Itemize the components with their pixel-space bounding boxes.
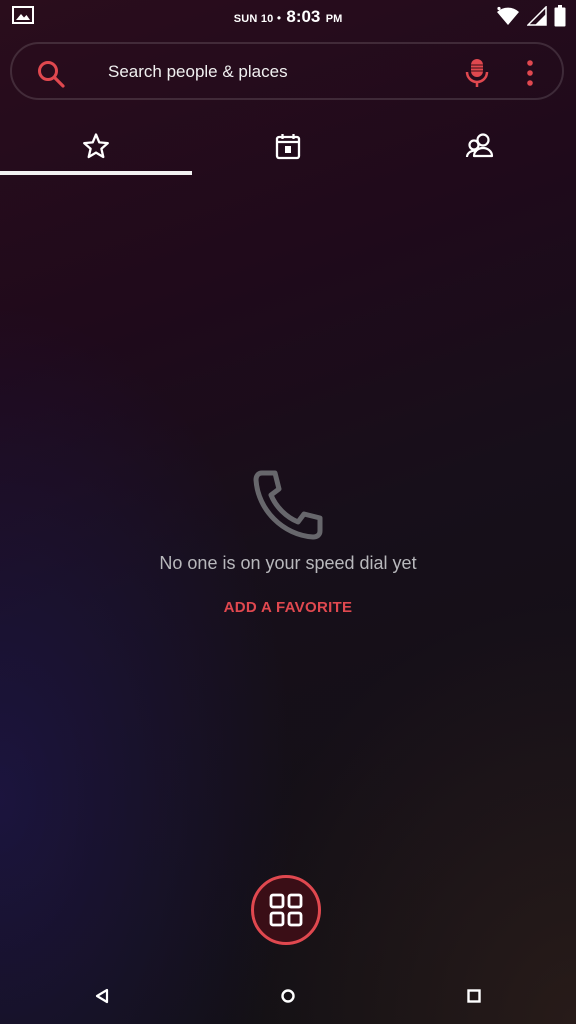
battery-icon (554, 5, 566, 27)
search-icon[interactable] (36, 59, 66, 89)
search-bar[interactable] (10, 42, 564, 100)
wifi-icon (497, 6, 519, 25)
navigation-bar (0, 968, 576, 1024)
tab-bar (0, 118, 576, 176)
home-icon (281, 989, 295, 1003)
tab-contacts[interactable] (384, 118, 576, 174)
status-ampm: PM (325, 13, 343, 25)
back-button[interactable] (82, 982, 122, 1010)
status-time: 8:03 (286, 7, 321, 26)
recents-button[interactable] (454, 982, 494, 1010)
status-clock: SUN 10 • 8:03 PM (0, 7, 576, 27)
tab-recents[interactable] (192, 118, 384, 174)
add-favorite-button[interactable]: ADD A FAVORITE (188, 594, 388, 622)
mic-icon[interactable] (464, 58, 490, 88)
star-icon (83, 133, 109, 159)
back-icon (95, 988, 109, 1004)
dialpad-fab-button[interactable] (251, 875, 321, 945)
tab-favorites[interactable] (0, 118, 192, 174)
dialpad-grid-icon (269, 893, 303, 927)
more-vert-icon[interactable] (522, 58, 538, 88)
signal-icon (527, 6, 547, 26)
phone-icon (253, 470, 323, 540)
recents-icon (467, 989, 481, 1003)
home-button[interactable] (268, 982, 308, 1010)
search-input[interactable] (108, 54, 428, 90)
status-date: SUN 10 (233, 13, 274, 25)
tab-indicator (0, 171, 192, 175)
status-separator: • (276, 11, 282, 25)
people-icon (465, 133, 494, 158)
empty-state-message: No one is on your speed dial yet (159, 553, 417, 573)
status-bar: SUN 10 • 8:03 PM (0, 0, 576, 32)
calendar-icon (275, 134, 301, 160)
status-icons (496, 5, 566, 27)
